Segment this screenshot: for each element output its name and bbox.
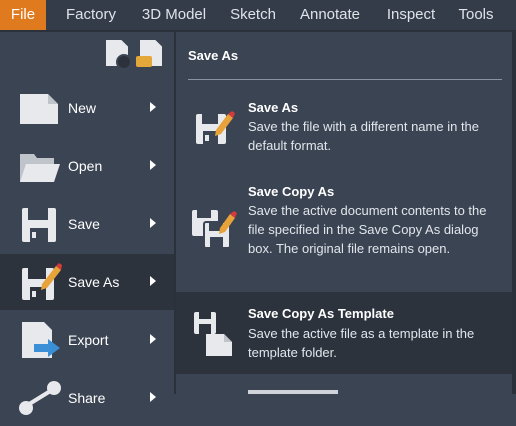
menu-inspect[interactable]: Inspect	[378, 0, 444, 30]
sidebar-item-export[interactable]: Export	[0, 312, 174, 368]
chevron-right-icon	[150, 218, 156, 228]
menu-annotate[interactable]: Annotate	[292, 0, 368, 30]
save-copy-as-icon	[192, 210, 237, 249]
option-title: Save Copy As	[248, 184, 335, 199]
option-save-as[interactable]: Save As Save the file with a different n…	[176, 92, 514, 166]
option-save-copy-as-template[interactable]: Save Copy As Template Save the active fi…	[176, 292, 514, 374]
chevron-right-icon	[150, 102, 156, 112]
chevron-right-icon	[150, 334, 156, 344]
option-title: Save As	[248, 100, 299, 115]
option-save-copy-as[interactable]: Save Copy As Save the active document co…	[176, 176, 514, 286]
sidebar-item-open[interactable]: Open	[0, 138, 174, 194]
sidebar-item-label: Share	[68, 390, 106, 406]
chevron-right-icon	[150, 276, 156, 286]
new-document-icon	[20, 94, 58, 124]
sidebar-item-share[interactable]: Share	[0, 370, 174, 426]
chevron-right-icon	[150, 160, 156, 170]
panel-edge	[512, 32, 516, 394]
option-description: Save the active document contents to the…	[248, 203, 487, 256]
panel-title: Save As	[188, 48, 239, 63]
option-partial	[248, 386, 368, 394]
save-as-icon	[22, 263, 62, 300]
sidebar-item-label: New	[68, 100, 97, 116]
save-as-panel: Save As Save As Save the file with a dif…	[174, 32, 514, 394]
menu-bar: File Factory 3D Model Sketch Annotate In…	[0, 0, 516, 30]
option-title: Save Copy As Template	[248, 306, 394, 321]
open-folder-icon	[20, 154, 60, 182]
sidebar-item-save[interactable]: Save	[0, 196, 174, 252]
save-floppy-icon	[22, 208, 56, 242]
sidebar-item-label: Save As	[68, 274, 120, 290]
sidebar-item-label: Open	[68, 158, 103, 174]
recent-documents-icon[interactable]	[104, 38, 132, 70]
sidebar-item-label: Save	[68, 216, 100, 232]
save-as-icon	[196, 111, 235, 144]
file-sidebar: New Open Save Save As Export Share	[0, 32, 174, 415]
menu-tools[interactable]: Tools	[450, 0, 502, 30]
share-icon	[19, 381, 61, 415]
option-description: Save the active file as a template in th…	[248, 326, 475, 360]
sidebar-item-label: Export	[68, 332, 109, 348]
export-icon	[22, 322, 60, 358]
menu-3d-model[interactable]: 3D Model	[134, 0, 214, 30]
sidebar-item-save-as[interactable]: Save As	[0, 254, 174, 310]
option-description: Save the file with a different name in t…	[248, 119, 480, 153]
recent-icons	[104, 38, 164, 70]
sidebar-item-new[interactable]: New	[0, 80, 174, 136]
save-copy-as-template-icon	[194, 312, 232, 356]
open-folder-documents-icon[interactable]	[134, 38, 164, 68]
panel-divider	[188, 79, 502, 80]
menu-sketch[interactable]: Sketch	[224, 0, 282, 30]
menu-factory[interactable]: Factory	[58, 0, 124, 30]
menu-file[interactable]: File	[0, 0, 46, 30]
